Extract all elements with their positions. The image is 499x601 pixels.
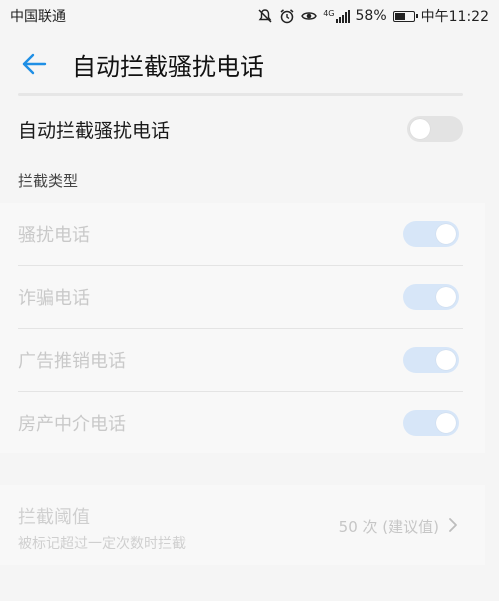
back-button[interactable] [18, 48, 50, 80]
arrow-left-icon [22, 53, 47, 75]
alarm-icon [280, 9, 294, 24]
threshold-value: 50 次 (建议值) [338, 518, 439, 536]
page-title: 自动拦截骚扰电话 [72, 52, 264, 81]
list-item-harassment[interactable]: 骚扰电话 [18, 203, 463, 265]
switch-knob [436, 224, 456, 244]
list-item-real-estate[interactable]: 房产中介电话 [18, 392, 463, 454]
harassment-switch[interactable] [403, 221, 459, 247]
list-item-fraud[interactable]: 诈骗电话 [18, 266, 463, 328]
real-estate-switch[interactable] [403, 410, 459, 436]
list-item-advertising[interactable]: 广告推销电话 [18, 329, 463, 391]
section-header: 拦截类型 [18, 172, 79, 190]
auto-block-label: 自动拦截骚扰电话 [18, 119, 171, 142]
threshold-title: 拦截阈值 [18, 507, 90, 528]
network-type: 4G [323, 8, 335, 18]
mute-icon [258, 9, 272, 23]
top-divider [18, 93, 463, 96]
switch-knob [436, 287, 456, 307]
app-bar: 自动拦截骚扰电话 [0, 32, 499, 96]
chevron-right-icon [449, 518, 457, 532]
battery-percent: 58% [355, 8, 387, 24]
fraud-switch[interactable] [403, 284, 459, 310]
switch-knob [410, 119, 430, 139]
carrier-name: 中国联通 [10, 9, 66, 25]
threshold-subtitle: 被标记超过一定次数时拦截 [18, 536, 186, 552]
eye-icon [301, 12, 318, 20]
status-bar: 中国联通 4G 58% 中午11:22 [0, 0, 499, 32]
battery-icon [392, 10, 418, 22]
block-type-list: 骚扰电话 诈骗电话 广告推销电话 房产中介电话 [0, 203, 485, 453]
switch-knob [436, 350, 456, 370]
item-label: 广告推销电话 [18, 351, 126, 372]
clock: 中午11:22 [420, 9, 489, 25]
item-label: 骚扰电话 [18, 225, 90, 246]
signal-icon: 4G [323, 8, 350, 23]
threshold-row[interactable]: 拦截阈值 被标记超过一定次数时拦截 50 次 (建议值) [0, 485, 485, 565]
auto-block-row[interactable]: 自动拦截骚扰电话 [0, 98, 485, 160]
item-label: 诈骗电话 [18, 288, 90, 309]
switch-knob [436, 413, 456, 433]
advertising-switch[interactable] [403, 347, 459, 373]
auto-block-switch[interactable] [407, 116, 463, 142]
item-label: 房产中介电话 [18, 414, 126, 435]
